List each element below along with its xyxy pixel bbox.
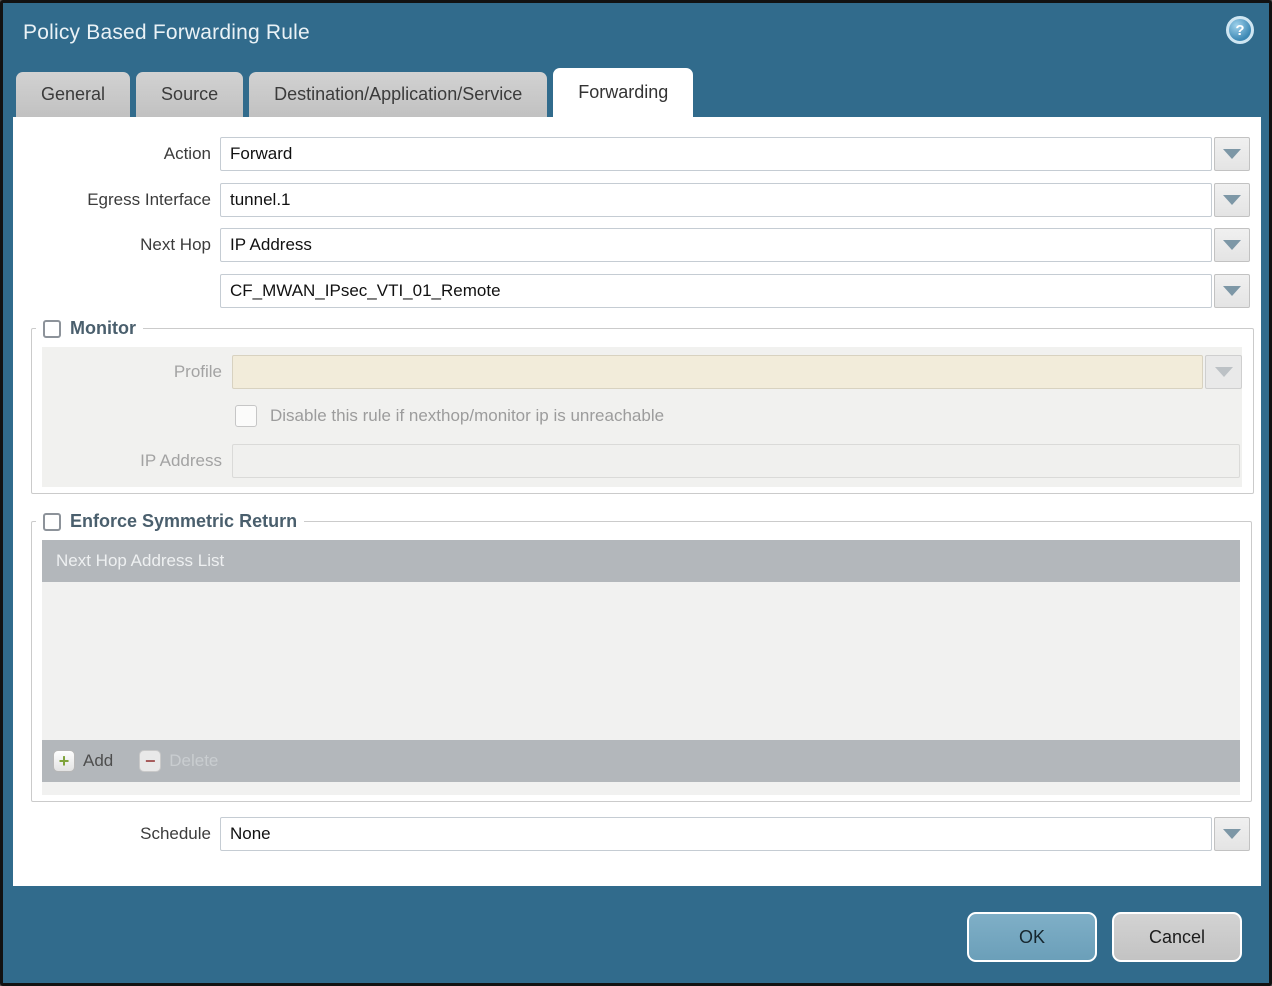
egress-interface-row: Egress Interface tunnel.1 <box>13 183 1261 217</box>
monitor-legend-label: Monitor <box>70 318 136 339</box>
profile-row: Profile <box>42 355 1242 389</box>
add-button[interactable]: + Add <box>53 750 113 772</box>
next-hop-address-row: CF_MWAN_IPsec_VTI_01_Remote <box>13 274 1261 308</box>
chevron-down-icon <box>1215 367 1233 377</box>
enforce-symmetric-return-legend: Enforce Symmetric Return <box>36 511 304 532</box>
ok-button[interactable]: OK <box>967 912 1097 962</box>
schedule-label: Schedule <box>13 824 211 844</box>
action-input[interactable]: Forward <box>220 137 1212 171</box>
table-header: Next Hop Address List <box>42 540 1240 582</box>
next-hop-row: Next Hop IP Address <box>13 228 1261 262</box>
monitor-section: Monitor Profile Disable this rule if nex… <box>31 318 1254 494</box>
chevron-down-icon <box>1223 195 1241 205</box>
monitor-ip-address-row: IP Address <box>42 444 1242 478</box>
schedule-dropdown-button[interactable] <box>1214 817 1250 851</box>
monitor-body: Profile Disable this rule if nexthop/mon… <box>42 347 1242 487</box>
next-hop-label: Next Hop <box>13 235 211 255</box>
dialog-titlebar: Policy Based Forwarding Rule ? <box>3 3 1269 68</box>
pbf-rule-dialog: Policy Based Forwarding Rule ? General S… <box>0 0 1272 986</box>
profile-input <box>232 355 1203 389</box>
enforce-symmetric-return-section: Enforce Symmetric Return Next Hop Addres… <box>31 511 1252 802</box>
minus-icon: − <box>139 750 161 772</box>
egress-interface-label: Egress Interface <box>13 190 211 210</box>
delete-button: − Delete <box>139 750 218 772</box>
next-hop-type-input[interactable]: IP Address <box>220 228 1212 262</box>
chevron-down-icon <box>1223 286 1241 296</box>
monitor-ip-address-input <box>232 444 1240 478</box>
plus-icon: + <box>53 750 75 772</box>
dialog-footer: OK Cancel <box>967 912 1242 962</box>
tab-forwarding[interactable]: Forwarding <box>553 68 693 117</box>
help-icon[interactable]: ? <box>1226 16 1254 44</box>
disable-rule-row: Disable this rule if nexthop/monitor ip … <box>235 405 1242 427</box>
profile-label: Profile <box>42 362 222 382</box>
next-hop-address-list-table: Next Hop Address List + Add − Delete <box>42 540 1240 795</box>
tab-source[interactable]: Source <box>136 72 243 117</box>
delete-button-label: Delete <box>169 751 218 771</box>
tab-general[interactable]: General <box>16 72 130 117</box>
enforce-symmetric-return-legend-label: Enforce Symmetric Return <box>70 511 297 532</box>
next-hop-address-input[interactable]: CF_MWAN_IPsec_VTI_01_Remote <box>220 274 1212 308</box>
dialog-title: Policy Based Forwarding Rule <box>23 21 310 44</box>
chevron-down-icon <box>1223 149 1241 159</box>
schedule-input[interactable]: None <box>220 817 1212 851</box>
egress-interface-dropdown-button[interactable] <box>1214 183 1250 217</box>
chevron-down-icon <box>1223 829 1241 839</box>
tab-bar: General Source Destination/Application/S… <box>16 68 1269 117</box>
schedule-row: Schedule None <box>13 817 1261 851</box>
enforce-symmetric-return-checkbox[interactable] <box>43 513 61 531</box>
disable-rule-checkbox <box>235 405 257 427</box>
table-toolbar: + Add − Delete <box>42 740 1240 782</box>
monitor-ip-address-label: IP Address <box>42 451 222 471</box>
monitor-legend: Monitor <box>36 318 143 339</box>
table-header-label: Next Hop Address List <box>56 551 224 571</box>
action-dropdown-button[interactable] <box>1214 137 1250 171</box>
profile-dropdown-button <box>1205 355 1242 389</box>
next-hop-dropdown-button[interactable] <box>1214 228 1250 262</box>
next-hop-address-dropdown-button[interactable] <box>1214 274 1250 308</box>
table-body[interactable] <box>42 582 1240 740</box>
cancel-button[interactable]: Cancel <box>1112 912 1242 962</box>
egress-interface-input[interactable]: tunnel.1 <box>220 183 1212 217</box>
action-row: Action Forward <box>13 137 1261 171</box>
action-label: Action <box>13 144 211 164</box>
disable-rule-label: Disable this rule if nexthop/monitor ip … <box>270 406 664 426</box>
table-bottom-strip <box>42 782 1240 795</box>
add-button-label: Add <box>83 751 113 771</box>
monitor-checkbox[interactable] <box>43 320 61 338</box>
forwarding-panel: Action Forward Egress Interface tunnel.1… <box>13 117 1261 886</box>
chevron-down-icon <box>1223 240 1241 250</box>
tab-destination-application-service[interactable]: Destination/Application/Service <box>249 72 547 117</box>
